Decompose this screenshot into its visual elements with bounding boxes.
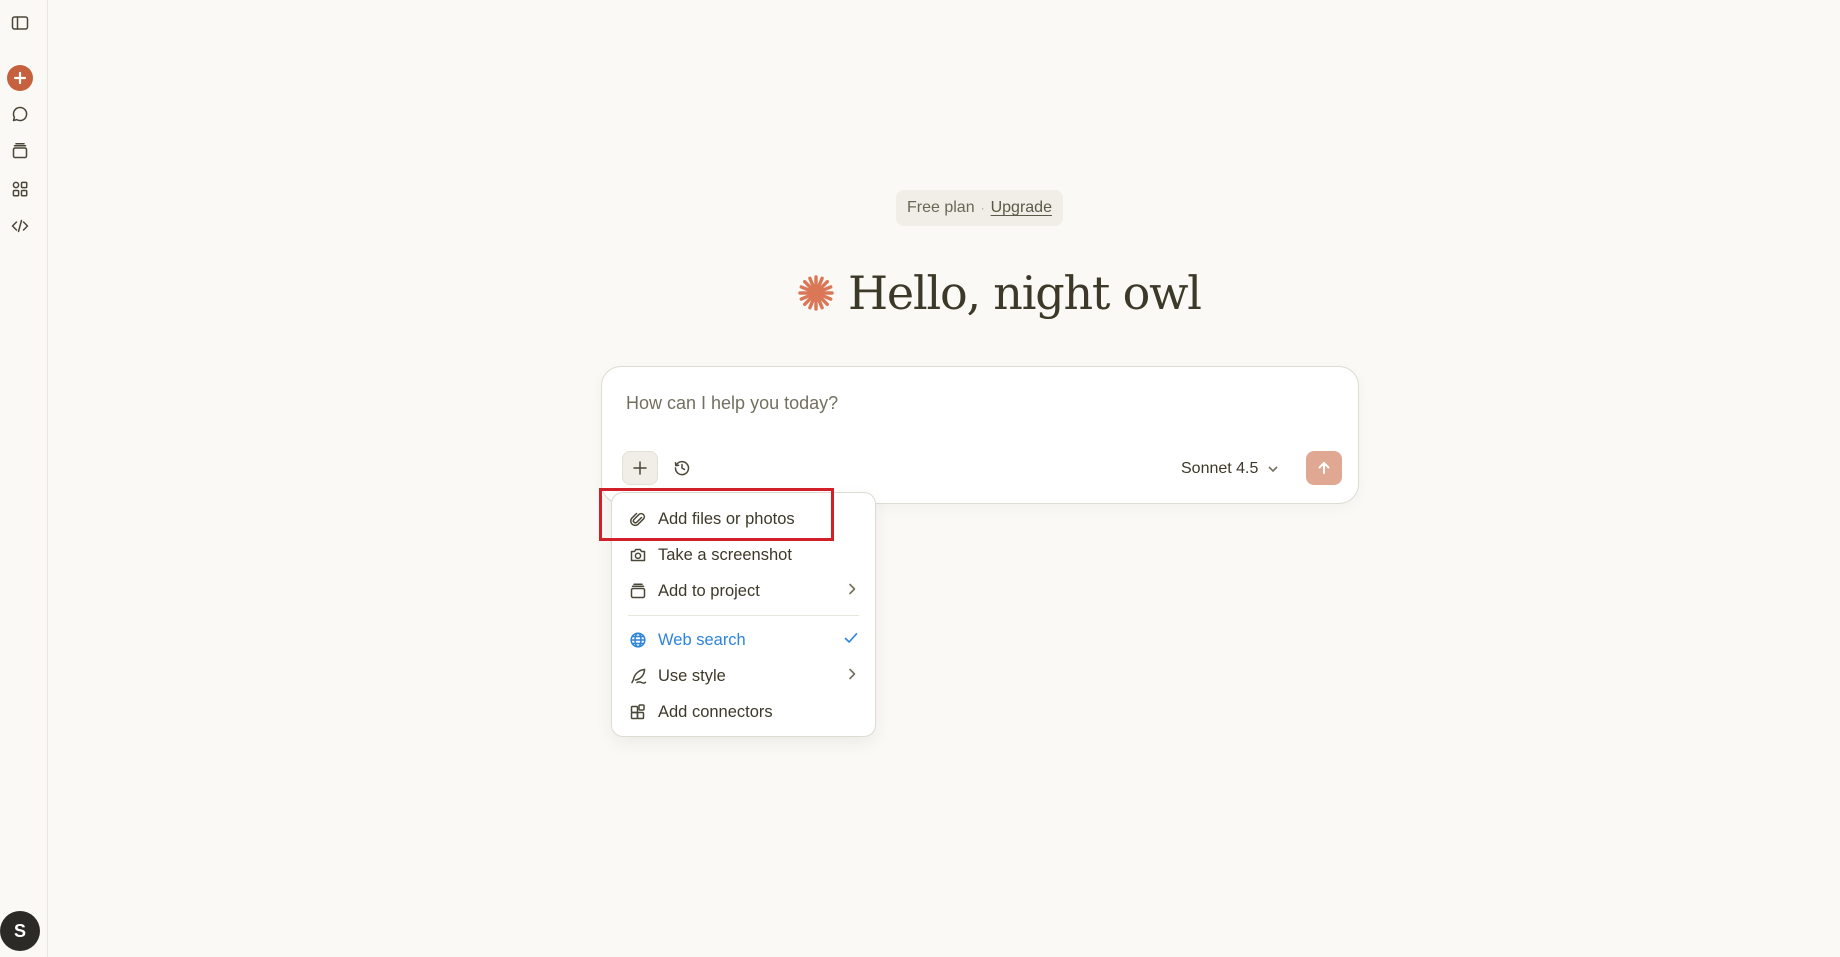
code-icon [11, 219, 29, 233]
projects-button[interactable] [6, 137, 34, 165]
claude-spark-icon [798, 275, 834, 311]
clock-history-icon [674, 460, 690, 476]
plus-icon [633, 461, 647, 475]
chats-button[interactable] [6, 100, 34, 128]
plan-badge: Free plan · Upgrade [896, 190, 1063, 226]
project-box-icon [630, 583, 646, 599]
new-chat-button[interactable] [7, 65, 33, 91]
menu-item-add-to-project[interactable]: Add to project [620, 573, 867, 609]
menu-item-label: Add to project [658, 581, 760, 600]
check-icon [844, 632, 858, 643]
composer: Sonnet 4.5 [601, 366, 1359, 504]
plan-label: Free plan [907, 199, 975, 216]
menu-item-label: Take a screenshot [658, 545, 792, 564]
menu-item-take-screenshot[interactable]: Take a screenshot [620, 537, 867, 573]
plus-icon [13, 71, 27, 85]
menu-item-use-style[interactable]: Use style [620, 658, 867, 694]
send-button[interactable] [1306, 451, 1342, 485]
globe-icon [630, 632, 646, 648]
plan-separator: · [980, 201, 985, 215]
paperclip-icon [630, 512, 646, 527]
artifacts-grid-icon [12, 181, 28, 197]
greeting: Hello, night owl [796, 266, 1202, 320]
prompt-input[interactable] [626, 389, 1306, 417]
chevron-down-icon [1268, 466, 1278, 473]
chat-bubble-icon [12, 106, 28, 122]
menu-item-add-connectors[interactable]: Add connectors [620, 694, 867, 730]
menu-divider [628, 615, 859, 616]
sidebar: S [0, 0, 48, 957]
project-box-icon [12, 143, 28, 159]
menu-item-label: Add files or photos [658, 509, 795, 528]
menu-item-label: Add connectors [658, 702, 773, 721]
camera-icon [630, 548, 646, 562]
model-name: Sonnet 4.5 [1181, 460, 1259, 477]
history-button[interactable] [664, 451, 700, 485]
chevron-right-icon [849, 583, 856, 594]
user-avatar[interactable]: S [0, 911, 40, 951]
sidebar-panel-icon [11, 16, 29, 30]
toggle-sidebar-button[interactable] [6, 9, 34, 37]
arrow-up-icon [1318, 462, 1330, 474]
feather-pen-icon [631, 668, 647, 684]
menu-item-add-files[interactable]: Add files or photos [620, 501, 867, 537]
menu-item-label: Web search [658, 630, 746, 649]
connectors-icon [630, 704, 645, 720]
artifacts-button[interactable] [6, 175, 34, 203]
add-content-menu: Add files or photos Take a screenshot Ad… [611, 492, 876, 737]
chevron-right-icon [849, 668, 856, 679]
greeting-title: Hello, night owl [848, 266, 1202, 320]
menu-item-web-search[interactable]: Web search [620, 622, 867, 658]
upgrade-link[interactable]: Upgrade [991, 199, 1052, 217]
code-button[interactable] [6, 212, 34, 240]
menu-item-label: Use style [658, 666, 726, 685]
model-selector[interactable]: Sonnet 4.5 [1181, 455, 1280, 483]
add-content-button[interactable] [622, 451, 658, 485]
